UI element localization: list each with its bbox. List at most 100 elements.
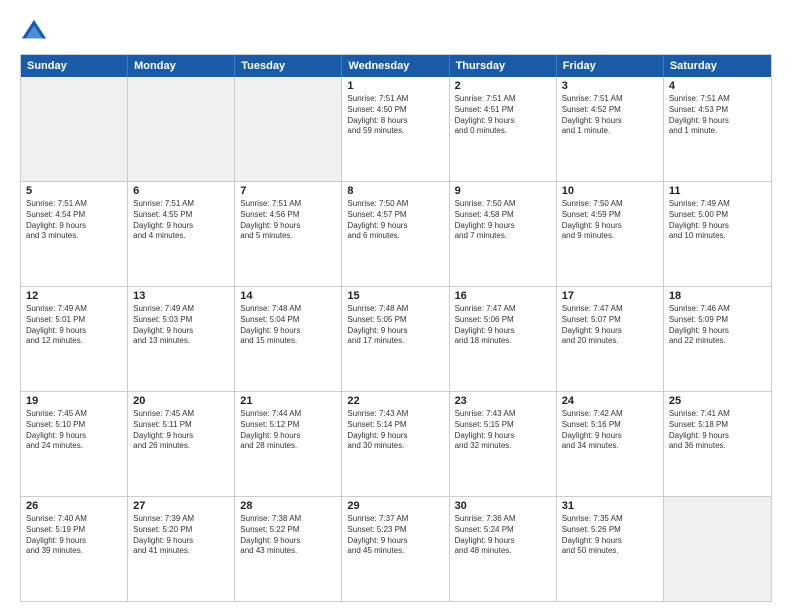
day-number: 27 (133, 500, 229, 512)
day-number: 11 (669, 185, 766, 197)
cal-cell (235, 77, 342, 181)
day-number: 2 (455, 80, 551, 92)
cal-cell (128, 77, 235, 181)
cal-cell: 9 Sunrise: 7:50 AMSunset: 4:58 PMDaylight… (450, 182, 557, 286)
cal-cell: 5 Sunrise: 7:51 AMSunset: 4:54 PMDaylight… (21, 182, 128, 286)
cell-info: Sunrise: 7:43 AMSunset: 5:14 PMDaylight:… (347, 409, 443, 452)
logo-icon (20, 18, 48, 46)
cal-cell: 20 Sunrise: 7:45 AMSunset: 5:11 PMDayligh… (128, 392, 235, 496)
cell-info: Sunrise: 7:48 AMSunset: 5:04 PMDaylight:… (240, 304, 336, 347)
cell-info: Sunrise: 7:39 AMSunset: 5:20 PMDaylight:… (133, 514, 229, 557)
cell-info: Sunrise: 7:36 AMSunset: 5:24 PMDaylight:… (455, 514, 551, 557)
cal-cell: 30 Sunrise: 7:36 AMSunset: 5:24 PMDayligh… (450, 497, 557, 601)
day-header-wednesday: Wednesday (342, 55, 449, 77)
day-number: 17 (562, 290, 658, 302)
cal-cell: 24 Sunrise: 7:42 AMSunset: 5:16 PMDayligh… (557, 392, 664, 496)
cal-cell: 15Sunrise: 7:48 AMSunset: 5:05 PMDayligh… (342, 287, 449, 391)
day-number: 23 (455, 395, 551, 407)
day-number: 13 (133, 290, 229, 302)
cell-info: Sunrise: 7:42 AMSunset: 5:16 PMDaylight:… (562, 409, 658, 452)
cal-cell: 13 Sunrise: 7:49 AMSunset: 5:03 PMDayligh… (128, 287, 235, 391)
cell-info: Sunrise: 7:49 AMSunset: 5:01 PMDaylight:… (26, 304, 122, 347)
cal-cell: 28 Sunrise: 7:38 AMSunset: 5:22 PMDayligh… (235, 497, 342, 601)
day-header-tuesday: Tuesday (235, 55, 342, 77)
day-number: 9 (455, 185, 551, 197)
cal-cell: 22 Sunrise: 7:43 AMSunset: 5:14 PMDayligh… (342, 392, 449, 496)
cal-cell: 1Sunrise: 7:51 AMSunset: 4:50 PMDaylight… (342, 77, 449, 181)
cell-info: Sunrise: 7:41 AMSunset: 5:18 PMDaylight:… (669, 409, 766, 452)
cal-cell: 19 Sunrise: 7:45 AMSunset: 5:10 PMDayligh… (21, 392, 128, 496)
cell-info: Sunrise: 7:51 AMSunset: 4:53 PMDaylight:… (669, 94, 766, 137)
cal-cell: 2Sunrise: 7:51 AMSunset: 4:51 PMDaylight… (450, 77, 557, 181)
cell-info: Sunrise: 7:49 AMSunset: 5:03 PMDaylight:… (133, 304, 229, 347)
day-number: 4 (669, 80, 766, 92)
cell-info: Sunrise: 7:37 AMSunset: 5:23 PMDaylight:… (347, 514, 443, 557)
day-number: 3 (562, 80, 658, 92)
day-number: 5 (26, 185, 122, 197)
cal-cell: 18 Sunrise: 7:46 AMSunset: 5:09 PMDayligh… (664, 287, 771, 391)
logo (20, 18, 52, 46)
day-number: 18 (669, 290, 766, 302)
cal-cell: 17 Sunrise: 7:47 AMSunset: 5:07 PMDayligh… (557, 287, 664, 391)
calendar-row-1: 1Sunrise: 7:51 AMSunset: 4:50 PMDaylight… (21, 77, 771, 181)
cal-cell: 4 Sunrise: 7:51 AMSunset: 4:53 PMDaylight… (664, 77, 771, 181)
day-number: 10 (562, 185, 658, 197)
cal-cell (664, 497, 771, 601)
day-number: 20 (133, 395, 229, 407)
cell-info: Sunrise: 7:40 AMSunset: 5:19 PMDaylight:… (26, 514, 122, 557)
day-header-saturday: Saturday (664, 55, 771, 77)
day-number: 28 (240, 500, 336, 512)
calendar-row-2: 5 Sunrise: 7:51 AMSunset: 4:54 PMDaylight… (21, 181, 771, 286)
day-number: 16 (455, 290, 551, 302)
day-header-thursday: Thursday (450, 55, 557, 77)
cal-cell: 31 Sunrise: 7:35 AMSunset: 5:26 PMDayligh… (557, 497, 664, 601)
cell-info: Sunrise: 7:35 AMSunset: 5:26 PMDaylight:… (562, 514, 658, 557)
calendar-body: 1Sunrise: 7:51 AMSunset: 4:50 PMDaylight… (21, 77, 771, 601)
calendar: SundayMondayTuesdayWednesdayThursdayFrid… (20, 54, 772, 602)
day-number: 30 (455, 500, 551, 512)
cal-cell: 14 Sunrise: 7:48 AMSunset: 5:04 PMDayligh… (235, 287, 342, 391)
day-number: 22 (347, 395, 443, 407)
cell-info: Sunrise: 7:51 AMSunset: 4:56 PMDaylight:… (240, 199, 336, 242)
cell-info: Sunrise: 7:51 AMSunset: 4:52 PMDaylight:… (562, 94, 658, 137)
day-header-sunday: Sunday (21, 55, 128, 77)
day-number: 25 (669, 395, 766, 407)
cell-info: Sunrise: 7:45 AMSunset: 5:10 PMDaylight:… (26, 409, 122, 452)
day-number: 19 (26, 395, 122, 407)
day-number: 12 (26, 290, 122, 302)
day-number: 31 (562, 500, 658, 512)
cal-cell: 25 Sunrise: 7:41 AMSunset: 5:18 PMDayligh… (664, 392, 771, 496)
cal-cell: 23 Sunrise: 7:43 AMSunset: 5:15 PMDayligh… (450, 392, 557, 496)
cell-info: Sunrise: 7:46 AMSunset: 5:09 PMDaylight:… (669, 304, 766, 347)
cell-info: Sunrise: 7:50 AMSunset: 4:58 PMDaylight:… (455, 199, 551, 242)
cal-cell: 6Sunrise: 7:51 AMSunset: 4:55 PMDaylight… (128, 182, 235, 286)
cell-info: Sunrise: 7:50 AMSunset: 4:57 PMDaylight:… (347, 199, 443, 242)
day-number: 26 (26, 500, 122, 512)
day-number: 24 (562, 395, 658, 407)
cal-cell (21, 77, 128, 181)
cell-info: Sunrise: 7:38 AMSunset: 5:22 PMDaylight:… (240, 514, 336, 557)
cell-info: Sunrise: 7:43 AMSunset: 5:15 PMDaylight:… (455, 409, 551, 452)
cal-cell: 26 Sunrise: 7:40 AMSunset: 5:19 PMDayligh… (21, 497, 128, 601)
day-number: 8 (347, 185, 443, 197)
cell-info: Sunrise: 7:51 AMSunset: 4:55 PMDaylight:… (133, 199, 229, 242)
calendar-row-4: 19 Sunrise: 7:45 AMSunset: 5:10 PMDayligh… (21, 391, 771, 496)
day-header-friday: Friday (557, 55, 664, 77)
cell-info: Sunrise: 7:51 AMSunset: 4:54 PMDaylight:… (26, 199, 122, 242)
cal-cell: 7Sunrise: 7:51 AMSunset: 4:56 PMDaylight… (235, 182, 342, 286)
cal-cell: 16Sunrise: 7:47 AMSunset: 5:06 PMDayligh… (450, 287, 557, 391)
cell-info: Sunrise: 7:45 AMSunset: 5:11 PMDaylight:… (133, 409, 229, 452)
day-number: 15 (347, 290, 443, 302)
day-number: 14 (240, 290, 336, 302)
cell-info: Sunrise: 7:49 AMSunset: 5:00 PMDaylight:… (669, 199, 766, 242)
cell-info: Sunrise: 7:44 AMSunset: 5:12 PMDaylight:… (240, 409, 336, 452)
page: SundayMondayTuesdayWednesdayThursdayFrid… (0, 0, 792, 612)
cell-info: Sunrise: 7:50 AMSunset: 4:59 PMDaylight:… (562, 199, 658, 242)
calendar-row-5: 26 Sunrise: 7:40 AMSunset: 5:19 PMDayligh… (21, 496, 771, 601)
cal-cell: 11 Sunrise: 7:49 AMSunset: 5:00 PMDayligh… (664, 182, 771, 286)
cal-cell: 12 Sunrise: 7:49 AMSunset: 5:01 PMDayligh… (21, 287, 128, 391)
cell-info: Sunrise: 7:47 AMSunset: 5:07 PMDaylight:… (562, 304, 658, 347)
day-header-monday: Monday (128, 55, 235, 77)
cal-cell: 27 Sunrise: 7:39 AMSunset: 5:20 PMDayligh… (128, 497, 235, 601)
calendar-header: SundayMondayTuesdayWednesdayThursdayFrid… (21, 55, 771, 77)
